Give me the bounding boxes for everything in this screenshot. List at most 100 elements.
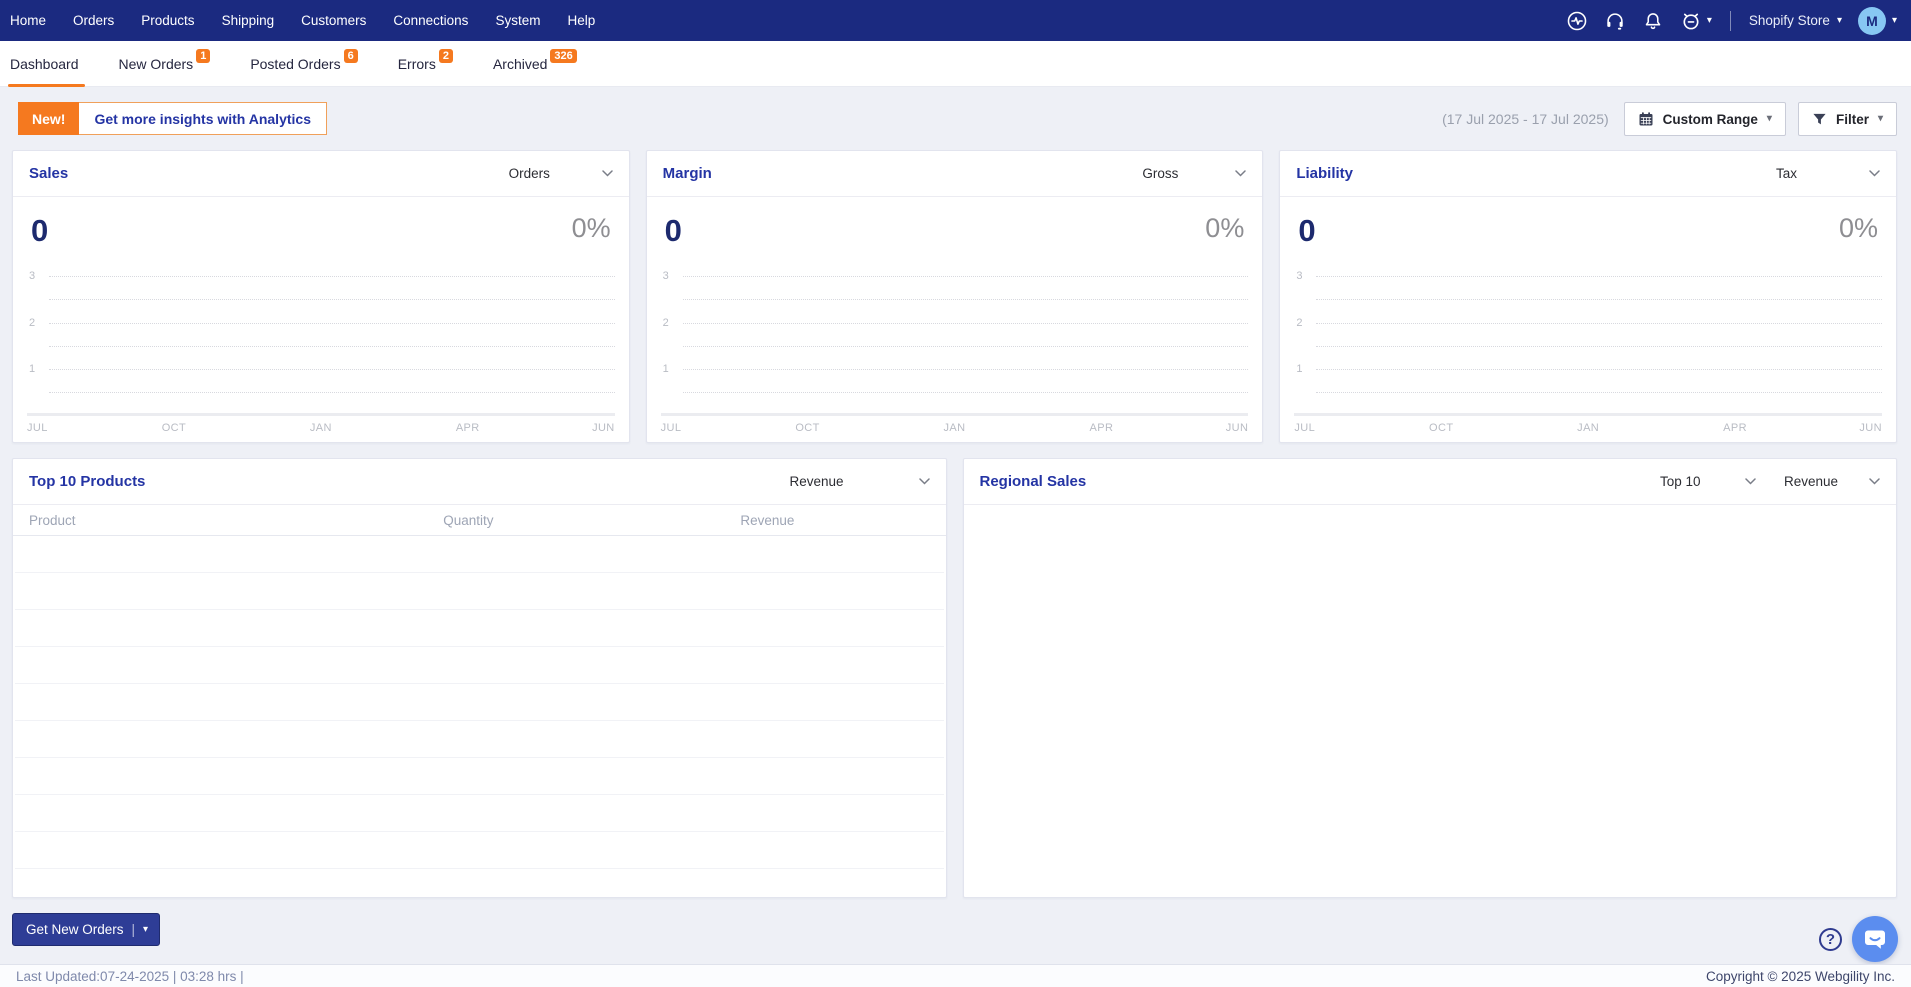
date-range-text: (17 Jul 2025 - 17 Jul 2025) <box>1442 111 1609 127</box>
headset-icon[interactable] <box>1604 10 1626 32</box>
tab-label: Errors <box>397 55 436 72</box>
nav-item-connections[interactable]: Connections <box>393 13 468 28</box>
chart-gridline <box>1316 392 1882 394</box>
main-menu: Home Orders Products Shipping Customers … <box>10 13 595 28</box>
sales-mini-chart: 3 2 1 JUL OCT JAN APR JUN <box>27 270 615 434</box>
tab-errors[interactable]: Errors 2 <box>398 41 453 86</box>
panel-header: Top 10 Products Revenue <box>13 459 946 505</box>
chart-gridline <box>1316 369 1882 370</box>
liability-metric-dropdown[interactable]: Tax <box>1776 166 1880 181</box>
get-new-orders-label: Get New Orders <box>26 922 124 937</box>
caret-down-icon: ▾ <box>1877 113 1883 124</box>
chart-gridline <box>1316 299 1882 301</box>
chart-gridline <box>49 276 615 277</box>
table-row <box>15 647 944 684</box>
nav-item-shipping[interactable]: Shipping <box>222 13 275 28</box>
x-axis-labels: JUL OCT JAN APR JUN <box>27 422 615 436</box>
copyright-text: Copyright © 2025 Webgility Inc. <box>1705 968 1895 984</box>
card-values: 0 0% <box>1280 197 1896 249</box>
nav-item-home[interactable]: Home <box>10 13 46 28</box>
tab-label: New Orders <box>118 55 194 72</box>
x-axis-tick-label: JUN <box>1225 422 1249 434</box>
card-title: Margin <box>662 165 712 182</box>
regional-sales-panel: Regional Sales Top 10 Revenue <box>962 458 1897 898</box>
card-header: Sales Orders <box>13 151 629 197</box>
regional-metric-dropdown[interactable]: Revenue <box>1784 474 1880 489</box>
top-navbar: Home Orders Products Shipping Customers … <box>0 0 1911 41</box>
x-axis-tick-label: OCT <box>1429 422 1454 434</box>
tab-badge: 1 <box>196 48 211 63</box>
card-values: 0 0% <box>13 197 629 249</box>
chevron-down-icon <box>1235 170 1247 177</box>
scheduler-dropdown[interactable]: ▾ <box>1680 10 1712 32</box>
nav-item-system[interactable]: System <box>495 13 540 28</box>
x-axis-tick-label: JUL <box>27 422 48 434</box>
regional-count-dropdown[interactable]: Top 10 <box>1660 474 1756 489</box>
x-axis-tick-label: APR <box>1089 422 1114 434</box>
nav-item-customers[interactable]: Customers <box>301 13 366 28</box>
lower-panels-row: Top 10 Products Revenue Product Quantity… <box>12 458 1897 898</box>
bell-icon[interactable] <box>1642 10 1664 32</box>
products-metric-dropdown[interactable]: Revenue <box>790 474 930 489</box>
x-axis-tick-label: JUL <box>1294 422 1316 434</box>
card-title: Liability <box>1296 165 1354 182</box>
x-axis-tick-label: JAN <box>1577 422 1600 434</box>
caret-down-icon[interactable]: ▾ <box>143 924 148 935</box>
margin-card: Margin Gross 0 0% 3 2 1 JUL OCT JAN APR JUN <box>645 150 1264 443</box>
y-axis-tick-label: 2 <box>662 316 669 329</box>
y-axis-tick-label: 1 <box>1296 363 1303 375</box>
x-axis-tick-label: JAN <box>309 422 332 434</box>
dropdown-value: Orders <box>508 166 550 181</box>
filter-button[interactable]: Filter ▾ <box>1797 102 1897 136</box>
chat-widget-button[interactable] <box>1852 916 1898 962</box>
navbar-divider <box>1729 10 1731 31</box>
get-new-orders-button[interactable]: Get New Orders | ▾ <box>12 913 161 946</box>
chart-gridline <box>49 322 615 324</box>
chevron-down-icon: ▾ <box>1836 14 1842 26</box>
last-updated-text: Last Updated:07-24-2025 | 03:28 hrs | <box>16 968 244 984</box>
x-axis-tick-label: JUN <box>592 422 615 434</box>
sales-metric-dropdown[interactable]: Orders <box>509 166 613 181</box>
tab-posted-orders[interactable]: Posted Orders 6 <box>250 41 358 86</box>
nav-item-help[interactable]: Help <box>567 13 595 28</box>
regional-dropdowns: Top 10 Revenue <box>1660 474 1880 489</box>
products-table-header: Product Quantity Revenue <box>13 505 946 536</box>
top-products-panel: Top 10 Products Revenue Product Quantity… <box>12 458 947 898</box>
button-divider: | <box>131 922 136 937</box>
margin-metric-dropdown[interactable]: Gross <box>1142 166 1247 181</box>
y-axis-tick-label: 1 <box>29 363 36 375</box>
nav-item-products[interactable]: Products <box>141 13 194 28</box>
tab-badge: 326 <box>550 48 577 63</box>
panel-title: Top 10 Products <box>29 473 146 490</box>
column-revenue: Revenue <box>740 512 795 528</box>
tab-archived[interactable]: Archived 326 <box>493 41 577 86</box>
chart-gridline <box>682 369 1249 370</box>
tab-badge: 6 <box>343 48 358 63</box>
table-row <box>15 610 944 647</box>
tab-dashboard[interactable]: Dashboard <box>8 41 84 87</box>
chart-gridline <box>682 345 1249 347</box>
chat-bubble-icon <box>1865 930 1885 949</box>
chevron-down-icon <box>1869 170 1880 177</box>
stat-value: 0 <box>1298 213 1316 248</box>
account-menu[interactable]: M ▾ <box>1857 6 1897 35</box>
x-axis-tick-label: JAN <box>943 422 966 434</box>
tab-label: Posted Orders <box>250 55 341 72</box>
stat-cards-row: Sales Orders 0 0% 3 2 1 JUL OCT JAN APR JUN Mar… <box>12 150 1897 443</box>
x-axis-tick-label: OCT <box>795 422 820 434</box>
liability-mini-chart: 3 2 1 JUL OCT JAN APR JUN <box>1294 270 1882 434</box>
navbar-right: ▾ Shopify Store ▾ M ▾ <box>1566 6 1897 35</box>
store-selector[interactable]: Shopify Store ▾ <box>1749 13 1842 28</box>
activity-icon[interactable] <box>1566 10 1588 32</box>
help-icon[interactable]: ? <box>1819 928 1842 951</box>
stat-percent: 0% <box>1205 213 1245 243</box>
chevron-down-icon <box>1745 478 1756 485</box>
tab-new-orders[interactable]: New Orders 1 <box>119 41 211 86</box>
dashboard-toolbar: New! Get more insights with Analytics (1… <box>0 87 1911 149</box>
chart-gridline <box>682 299 1249 301</box>
chart-gridline <box>1316 345 1882 347</box>
nav-item-orders[interactable]: Orders <box>73 13 114 28</box>
custom-range-button[interactable]: Custom Range ▾ <box>1623 102 1786 136</box>
analytics-promo-button[interactable]: New! Get more insights with Analytics <box>18 102 327 135</box>
chart-gridline <box>682 392 1249 394</box>
